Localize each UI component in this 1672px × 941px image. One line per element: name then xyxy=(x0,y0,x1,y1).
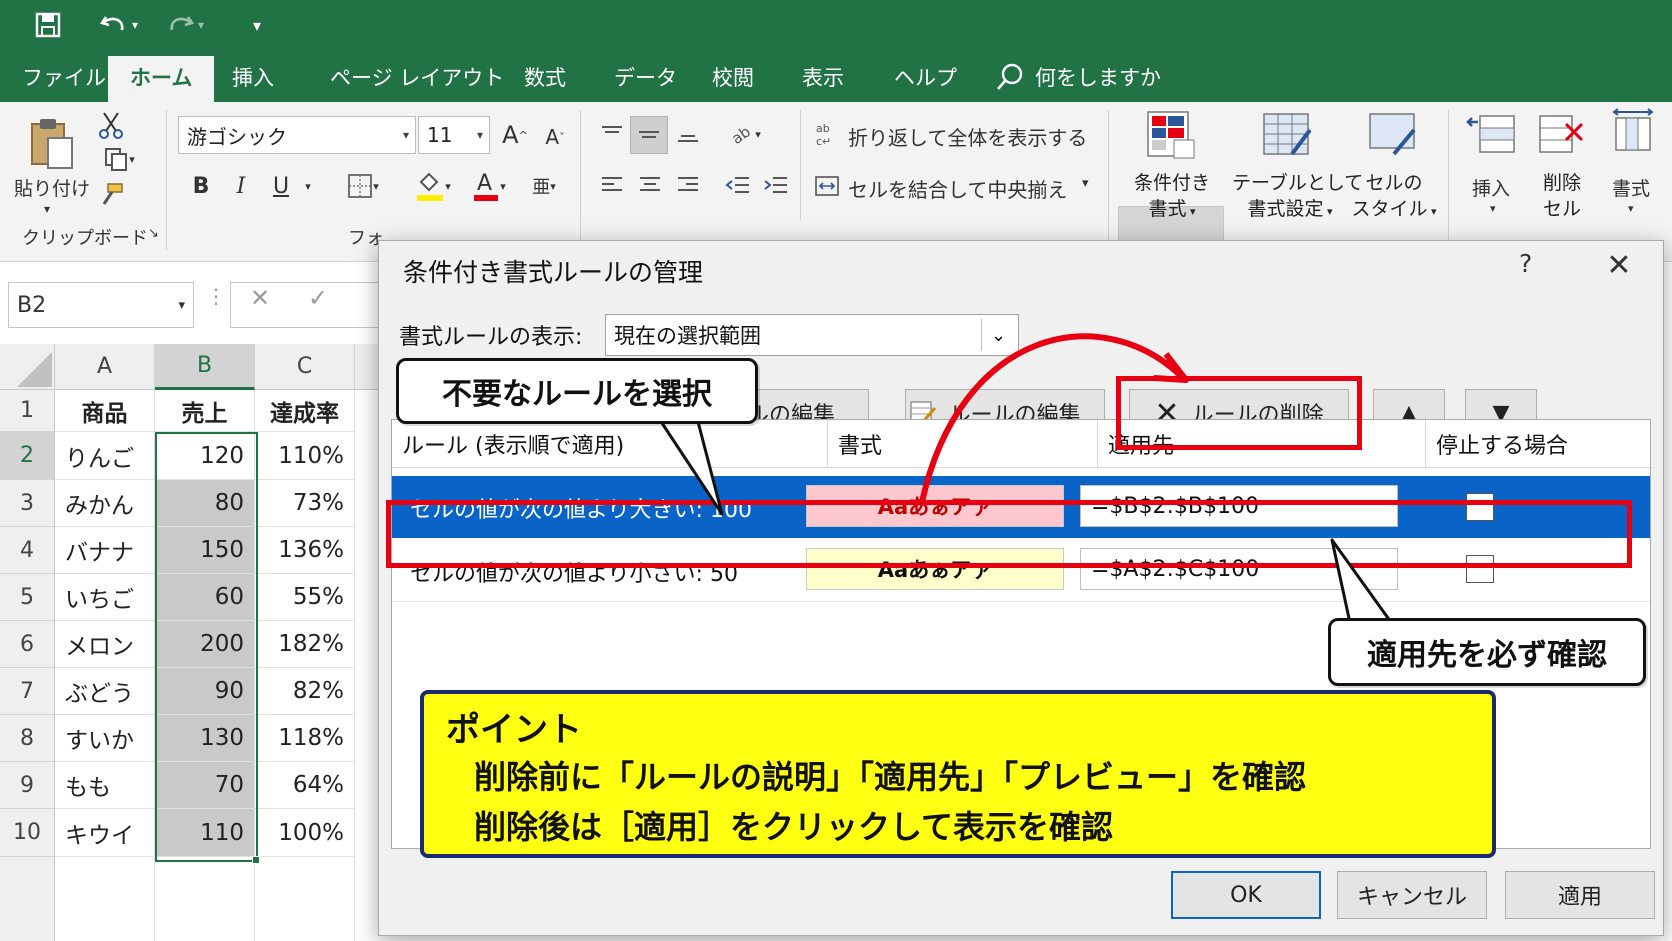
excel-window: ▾ ▾ ▾ ファイル ホーム 挿入 ページ レイアウト 数式 データ 校閲 表示… xyxy=(0,0,1672,941)
point-title: ポイント xyxy=(446,710,582,750)
point-line-1: 削除前に「ルールの説明」「適用先」「プレビュー」を確認 xyxy=(474,758,1307,796)
callout-select-rule-label: 不要なルールを選択 xyxy=(396,358,758,424)
callout-tail xyxy=(650,410,724,516)
callout-check-applies-to-label: 適用先を必ず確認 xyxy=(1328,618,1646,686)
point-line-2: 削除後は［適用］をクリックして表示を確認 xyxy=(474,808,1114,846)
point-box: ポイント 削除前に「ルールの説明」「適用先」「プレビュー」を確認 削除後は［適用… xyxy=(420,690,1496,858)
